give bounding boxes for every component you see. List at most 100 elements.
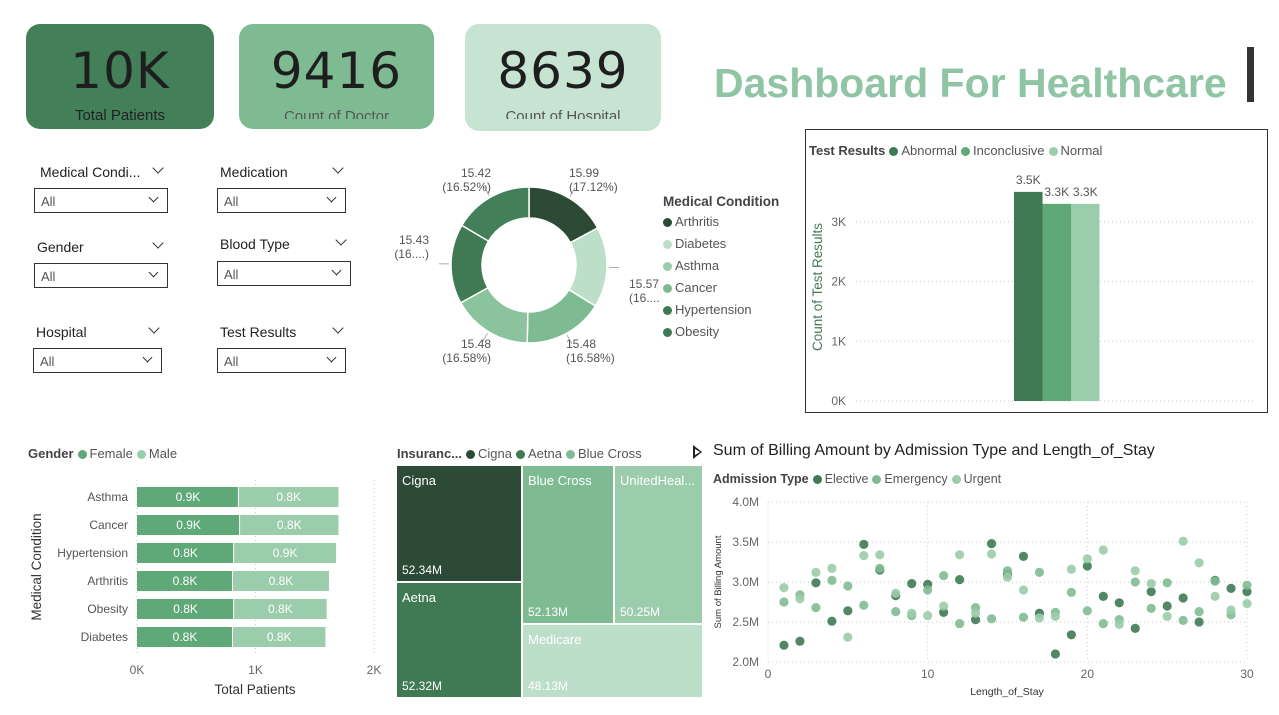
test-results-legend: Test Results Abnormal Inconclusive Normal — [809, 143, 1102, 158]
x-tick-label: 10 — [921, 667, 935, 681]
legend-dot-icon — [951, 475, 961, 484]
chevron-down-icon — [326, 352, 337, 363]
insurance-legend-item[interactable]: Blue Cross — [562, 446, 642, 461]
page-title: Dashboard For Healthcare — [714, 60, 1227, 106]
scatter-point-urgent — [1034, 613, 1045, 623]
treemap-cell-unitedhealthcare[interactable]: UnitedHeal... 50.25M — [614, 465, 703, 624]
scatter-point-urgent — [1194, 558, 1204, 568]
kpi-value: 8639 — [497, 42, 629, 100]
x-tick-label: 0K — [130, 663, 145, 677]
scatter-point-emergency — [1082, 606, 1092, 616]
scatter-point-urgent — [1146, 579, 1156, 589]
legend-item-asthma[interactable]: Asthma — [663, 258, 779, 273]
y-tick-label: 4.0M — [732, 495, 759, 509]
scatter-point-emergency — [1194, 607, 1204, 617]
legend-item-obesity[interactable]: Obesity — [663, 324, 779, 339]
treemap-value: 52.34M — [402, 563, 443, 577]
slicer-hospital[interactable]: All — [33, 348, 162, 373]
chevron-down-icon[interactable] — [152, 237, 164, 249]
legend-item-cancer[interactable]: Cancer — [663, 280, 779, 295]
legend-dot-icon — [812, 475, 822, 484]
scatter-point-elective — [1162, 601, 1172, 611]
scatter-point-urgent — [843, 632, 853, 642]
bar-data-label: 0.9K — [273, 546, 298, 560]
y-tick-label: 0K — [831, 394, 846, 408]
admission-legend-item[interactable]: Emergency — [868, 472, 948, 486]
donut-legend: Medical Condition Arthritis Diabetes Asthm… — [663, 194, 779, 339]
legend-label: Urgent — [963, 472, 1002, 486]
legend-item-hypertension[interactable]: Hypertension — [663, 302, 779, 317]
chevron-down-icon[interactable] — [148, 322, 160, 334]
chevron-down-icon[interactable] — [332, 322, 344, 334]
scatter-point-emergency — [859, 600, 869, 610]
scatter-point-elective — [843, 606, 853, 616]
slicer-label-test-results: Test Results — [220, 324, 297, 340]
slicer-medication[interactable]: All — [217, 188, 346, 213]
test-results-legend-item[interactable]: Abnormal — [885, 143, 957, 158]
x-tick-label: 0 — [765, 667, 772, 681]
y-tick-label: 2.5M — [732, 615, 759, 629]
legend-label: Asthma — [675, 258, 720, 273]
y-category-label: Hypertension — [57, 546, 128, 560]
legend-item-diabetes[interactable]: Diabetes — [663, 236, 779, 251]
title-cursor-bar — [1247, 47, 1254, 102]
slicer-gender[interactable]: All — [34, 263, 168, 288]
insurance-legend-item[interactable]: Cigna — [462, 446, 512, 461]
treemap-label: Medicare — [528, 632, 582, 647]
scatter-title: Sum of Billing Amount by Admission Type … — [713, 442, 1155, 459]
scatter-point-urgent — [779, 583, 789, 593]
legend-dot-icon — [663, 262, 672, 271]
treemap-cell-blue-cross[interactable]: Blue Cross 52.13M — [522, 465, 614, 624]
test-results-bar-chart[interactable]: 0K1K2K3KCount of Test Results3.5K3.3K 3.3… — [806, 160, 1266, 410]
scatter-point-urgent — [1002, 572, 1013, 582]
chevron-down-icon[interactable] — [152, 162, 164, 174]
legend-item-arthritis[interactable]: Arthritis — [663, 214, 779, 229]
chevron-down-icon[interactable] — [335, 234, 347, 246]
billing-scatter-chart[interactable]: 2.0M 2.5M 3.0M 3.5M 4.0M 0 10 20 30 Length_of_Sta… — [705, 488, 1275, 703]
scatter-point-urgent — [1242, 599, 1252, 609]
admission-legend: Admission Type Elective Emergency Urgent — [713, 472, 1001, 486]
kpi-label: Count of Doctor — [283, 108, 390, 119]
gender-legend-item[interactable]: Female — [74, 446, 133, 461]
gender-legend: Gender Female Male — [28, 446, 177, 461]
test-results-legend-item[interactable]: Inconclusive — [957, 143, 1045, 158]
admission-legend-item[interactable]: Urgent — [948, 472, 1002, 486]
donut-data-label: (16.58%) — [442, 351, 491, 365]
donut-data-label: 15.48 — [566, 337, 596, 351]
kpi-label: Total Patients — [74, 107, 166, 124]
legend-dot-icon — [516, 450, 525, 459]
donut-data-label: 15.48 — [461, 337, 491, 351]
treemap-cell-cigna[interactable]: Cigna 52.34M — [396, 465, 522, 582]
slicer-medical-condition[interactable]: All — [34, 188, 168, 213]
scatter-point-urgent — [1114, 619, 1124, 629]
kpi-count-doctor: 9416 Count of Doctor — [239, 24, 434, 129]
chevron-down-icon[interactable] — [332, 162, 344, 174]
admission-legend-item[interactable]: Elective — [809, 472, 868, 486]
scatter-point-emergency — [843, 581, 853, 591]
treemap-cell-medicare[interactable]: Medicare 48.13M — [522, 624, 703, 698]
scatter-point-elective — [1050, 649, 1060, 659]
bar-abnormal — [1014, 191, 1043, 401]
treemap-cell-aetna[interactable]: Aetna 52.32M — [396, 582, 522, 698]
scatter-point-urgent — [875, 550, 885, 560]
y-tick-label: 2K — [831, 275, 846, 289]
slicer-blood-type[interactable]: All — [217, 261, 351, 286]
donut-chart[interactable]: 15.99(17.12%)15.57(16....)15.48(16.58%)1… — [390, 165, 660, 385]
gender-legend-item[interactable]: Male — [133, 446, 177, 461]
treemap-label: Blue Cross — [528, 473, 592, 488]
scatter-point-elective — [795, 636, 805, 646]
scatter-point-emergency — [875, 563, 885, 573]
slicer-test-results[interactable]: All — [217, 348, 346, 373]
insurance-legend-item[interactable]: Aetna — [512, 446, 562, 461]
test-results-legend-item[interactable]: Normal — [1045, 143, 1102, 158]
legend-dot-icon — [663, 284, 672, 293]
insurance-treemap[interactable]: Cigna 52.34M Aetna 52.32M Blue Cross 52.… — [396, 465, 703, 698]
legend-dot-icon — [466, 450, 476, 459]
y-tick-label: 3.0M — [732, 575, 759, 589]
scatter-point-elective — [1114, 598, 1124, 608]
gender-condition-bar-chart[interactable]: 0K 1K 2K Total Patients Medical Condition Ast… — [20, 470, 390, 710]
kpi-value: 9416 — [270, 42, 403, 100]
scatter-point-emergency — [1162, 578, 1172, 588]
legend-title: Insuranc... — [397, 446, 463, 461]
bar-data-label: 3.3K — [1044, 185, 1069, 199]
